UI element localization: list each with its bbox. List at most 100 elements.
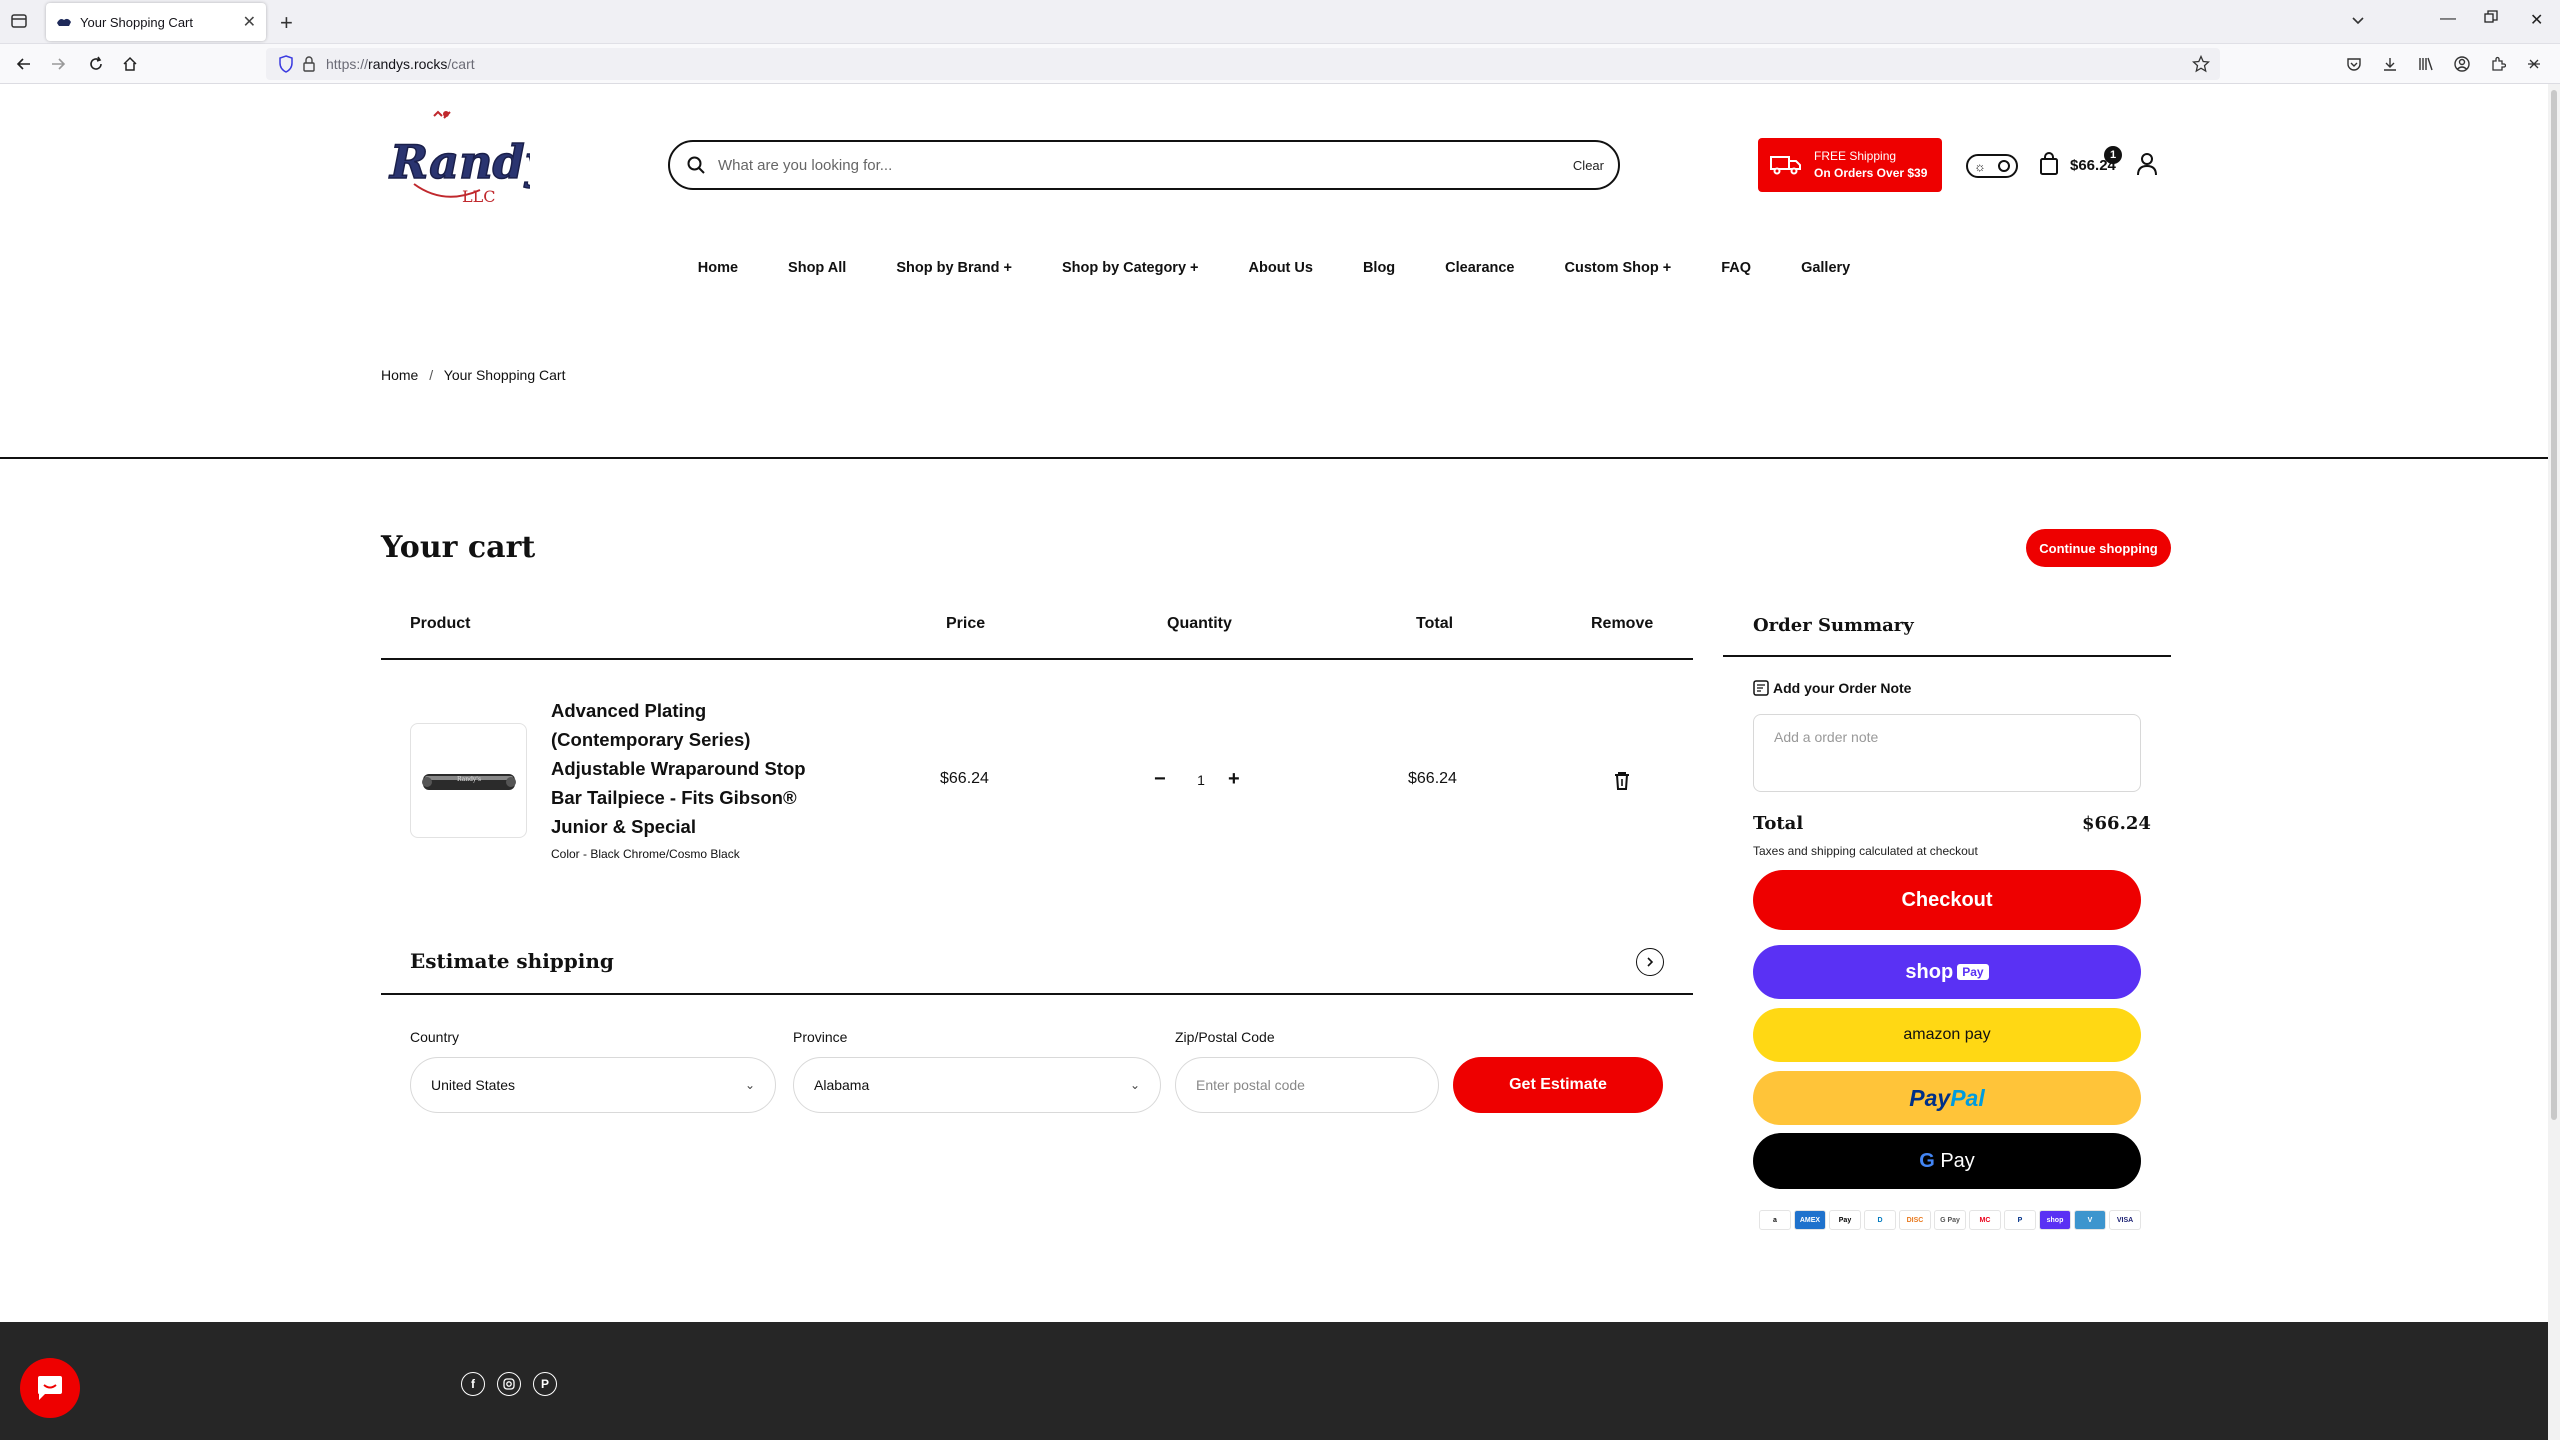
site-logo[interactable]: Randy's LLC [384, 106, 592, 212]
payment-card-icon: shop [2039, 1210, 2071, 1230]
nav-home[interactable]: Home [698, 260, 738, 276]
get-estimate-button[interactable]: Get Estimate [1453, 1057, 1663, 1113]
browser-tab[interactable]: Your Shopping Cart ✕ [46, 3, 266, 41]
nav-shop-all[interactable]: Shop All [788, 260, 846, 276]
forward-icon[interactable] [46, 52, 70, 76]
search-clear-button[interactable]: Clear [1573, 158, 1604, 173]
nav-clearance[interactable]: Clearance [1445, 260, 1514, 276]
column-header-quantity: Quantity [1167, 615, 1232, 632]
shield-icon[interactable] [278, 55, 294, 76]
address-bar[interactable]: https://randys.rocks/cart [266, 48, 2220, 80]
zip-input[interactable] [1196, 1077, 1418, 1093]
payment-card-icon: D [1864, 1210, 1896, 1230]
amazon-pay-button[interactable]: amazon pay [1753, 1008, 2141, 1062]
shop-pay-button[interactable]: shop Pay [1753, 945, 2141, 999]
account-sync-icon[interactable] [2452, 54, 2472, 74]
order-note-label: Add your Order Note [1773, 680, 1912, 696]
pocket-icon[interactable] [2344, 54, 2364, 74]
breadcrumb-current: Your Shopping Cart [443, 367, 566, 383]
breadcrumb-home[interactable]: Home [381, 367, 418, 383]
google-pay-text: Pay [1940, 1149, 1975, 1172]
product-price: $66.24 [940, 770, 989, 787]
nav-blog[interactable]: Blog [1363, 260, 1395, 276]
lock-icon[interactable] [302, 55, 316, 76]
downloads-icon[interactable] [2380, 54, 2400, 74]
nav-custom-shop[interactable]: Custom Shop + [1565, 260, 1672, 276]
note-icon [1753, 680, 1769, 696]
divider [0, 457, 2548, 459]
google-pay-button[interactable]: G Pay [1753, 1133, 2141, 1189]
column-header-product: Product [410, 615, 471, 632]
home-icon[interactable] [118, 52, 142, 76]
total-label: Total [1753, 813, 1804, 834]
chevron-down-icon: ⌄ [1129, 1078, 1140, 1092]
zip-field[interactable] [1175, 1057, 1439, 1113]
free-shipping-banner[interactable]: FREE Shipping On Orders Over $39 [1758, 138, 1942, 192]
restore-icon[interactable] [2484, 10, 2498, 29]
province-select[interactable]: Alabama ⌄ [793, 1057, 1161, 1113]
zip-label: Zip/Postal Code [1175, 1029, 1275, 1045]
chat-icon[interactable] [20, 1358, 80, 1418]
theme-toggle[interactable]: ☼ [1966, 154, 2018, 178]
payment-card-icon: Pay [1829, 1210, 1861, 1230]
bookmark-star-icon[interactable] [2191, 54, 2211, 76]
search-input[interactable] [718, 156, 1573, 174]
facebook-icon[interactable]: f [461, 1372, 485, 1396]
payment-card-icon: P [2004, 1210, 2036, 1230]
country-select[interactable]: United States ⌄ [410, 1057, 776, 1113]
search-bar[interactable]: Clear [668, 140, 1620, 190]
list-all-tabs-icon[interactable] [2350, 12, 2366, 33]
browser-nav-bar: https://randys.rocks/cart [0, 44, 2560, 84]
remove-item-icon[interactable] [1613, 771, 1631, 796]
paypal-text-a: Pay [1909, 1084, 1951, 1111]
province-label: Province [793, 1029, 848, 1045]
cart-icon[interactable] [2038, 152, 2060, 181]
account-icon[interactable] [2136, 152, 2158, 181]
quantity-decrease-button[interactable]: − [1154, 768, 1166, 791]
estimate-shipping-title[interactable]: Estimate shipping [410, 949, 614, 973]
close-window-icon[interactable]: ✕ [2530, 10, 2543, 30]
product-image[interactable]: Randy's [410, 723, 527, 838]
nav-shop-by-category[interactable]: Shop by Category + [1062, 260, 1199, 276]
total-value: $66.24 [2082, 813, 2151, 834]
nav-about-us[interactable]: About Us [1249, 260, 1313, 276]
shop-pay-tag: Pay [1957, 964, 1989, 980]
url-host: randys.rocks [368, 56, 448, 72]
chevron-right-icon[interactable] [1636, 948, 1664, 976]
library-icon[interactable] [2416, 54, 2436, 74]
payment-card-icon: DISC [1899, 1210, 1931, 1230]
country-value: United States [431, 1077, 516, 1093]
nav-gallery[interactable]: Gallery [1801, 260, 1850, 276]
order-note-toggle[interactable]: Add your Order Note [1753, 680, 1911, 696]
quantity-increase-button[interactable]: + [1228, 768, 1240, 791]
quantity-value[interactable]: 1 [1194, 772, 1208, 788]
dark-mode-icon [1998, 160, 2010, 172]
product-name[interactable]: Advanced Plating (Contemporary Series) A… [551, 696, 831, 841]
minimize-icon[interactable]: — [2440, 10, 2456, 28]
google-g-icon: G [1919, 1149, 1935, 1172]
menu-icon[interactable] [2524, 54, 2544, 74]
checkout-button[interactable]: Checkout [1753, 870, 2141, 930]
new-tab-icon[interactable]: + [280, 10, 293, 36]
extensions-icon[interactable] [2488, 54, 2508, 74]
reload-icon[interactable] [84, 52, 108, 76]
nav-shop-by-brand[interactable]: Shop by Brand + [896, 260, 1012, 276]
pinterest-icon[interactable]: P [533, 1372, 557, 1396]
tab-list-icon[interactable] [10, 12, 30, 32]
payment-card-icon: V [2074, 1210, 2106, 1230]
back-icon[interactable] [12, 52, 36, 76]
url-protocol: https:// [326, 56, 369, 72]
browser-tab-bar: Your Shopping Cart ✕ + — ✕ [0, 0, 2560, 44]
page-scrollbar-thumb[interactable] [2551, 90, 2557, 1120]
continue-shopping-button[interactable]: Continue shopping [2026, 529, 2171, 567]
instagram-icon[interactable] [497, 1372, 521, 1396]
chevron-down-icon: ⌄ [744, 1078, 755, 1092]
tab-close-icon[interactable]: ✕ [243, 12, 256, 32]
order-note-input[interactable] [1753, 714, 2141, 792]
tab-title: Your Shopping Cart [80, 14, 193, 30]
payment-card-icon: a [1759, 1210, 1791, 1230]
nav-faq[interactable]: FAQ [1721, 260, 1751, 276]
search-icon[interactable] [686, 155, 706, 175]
paypal-button[interactable]: Pay Pal [1753, 1071, 2141, 1125]
shop-pay-text: shop [1905, 960, 1954, 983]
